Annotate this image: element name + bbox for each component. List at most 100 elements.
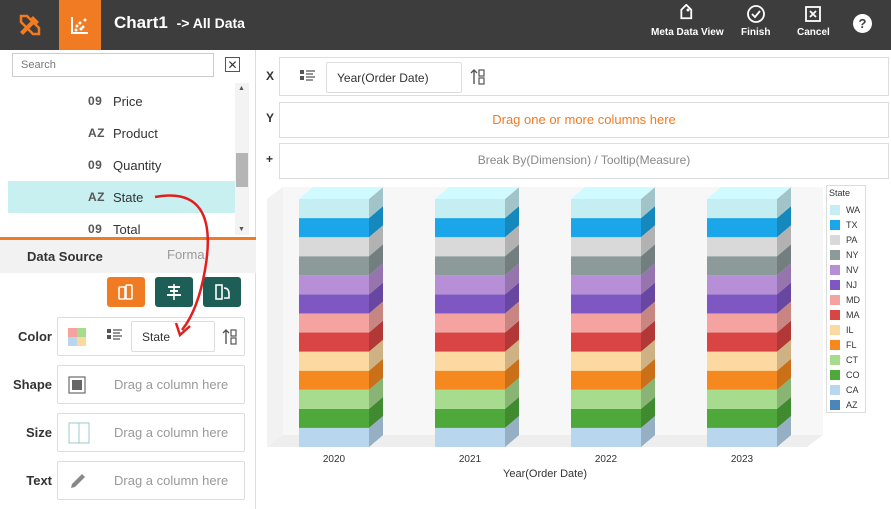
- legend-item-fl[interactable]: FL: [830, 337, 857, 352]
- color-swatch-icon: [68, 328, 86, 346]
- legend-item-ca[interactable]: CA: [830, 382, 859, 397]
- size-placeholder: Drag a column here: [114, 425, 229, 440]
- legend-item-tx[interactable]: TX: [830, 217, 858, 232]
- legend-label: PA: [846, 234, 858, 245]
- bar-top-2022: [571, 187, 655, 199]
- column-name: State: [113, 189, 144, 205]
- palette-icon: [118, 284, 133, 300]
- legend-item-ny[interactable]: NY: [830, 247, 859, 262]
- shape-label: Shape: [12, 377, 52, 392]
- legend-swatch: [830, 249, 840, 260]
- legend-title: State: [829, 188, 851, 198]
- break-shelf-label: +: [266, 152, 274, 166]
- legend-label: FL: [846, 339, 857, 350]
- stacked-bar-chart: 2020 2021 2022 2023 Year(Order Date): [267, 187, 823, 480]
- meta-data-view-button[interactable]: Meta Data View: [651, 4, 724, 46]
- color-mark-button[interactable]: [107, 277, 145, 307]
- column-item-price[interactable]: 09 Price: [8, 85, 235, 117]
- finish-button[interactable]: Finish: [741, 4, 770, 46]
- chart-name: Chart1: [114, 13, 168, 32]
- help-button[interactable]: ?: [853, 14, 872, 33]
- chart-scope: -> All Data: [176, 15, 245, 31]
- chart-icon[interactable]: [59, 0, 101, 50]
- chart-side-plane: [267, 187, 283, 447]
- dimension-icon: [300, 70, 315, 81]
- x-axis-title: Year(Order Date): [503, 468, 587, 480]
- cancel-button[interactable]: Cancel: [797, 4, 830, 46]
- legend-item-nv[interactable]: NV: [830, 262, 859, 277]
- column-list-scrollbar[interactable]: ▲ ▼: [235, 83, 249, 235]
- text-drop-zone[interactable]: Drag a column here: [57, 461, 245, 500]
- clear-search-icon[interactable]: ✕: [225, 57, 240, 72]
- pencil-icon: [71, 474, 85, 488]
- legend-swatch: [830, 339, 840, 350]
- numeric-type-icon: 09: [88, 158, 103, 172]
- legend-item-wa[interactable]: WA: [830, 202, 860, 217]
- color-label: Color: [18, 329, 52, 344]
- column-name: Product: [113, 125, 158, 141]
- scroll-down-icon[interactable]: ▼: [238, 226, 245, 233]
- legend-label: AZ: [846, 399, 858, 410]
- legend-label: WA: [846, 204, 861, 215]
- scrollbar-thumb[interactable]: [236, 153, 248, 187]
- legend-item-md[interactable]: MD: [830, 292, 860, 307]
- column-name: Quantity: [113, 157, 162, 173]
- legend-item-nj[interactable]: NJ: [830, 277, 857, 292]
- numeric-type-icon: 09: [88, 222, 103, 236]
- legend-label: IL: [846, 324, 854, 335]
- bar-top-2020: [299, 187, 383, 199]
- tag-icon: [680, 4, 693, 20]
- legend-swatch: [830, 264, 840, 275]
- search-input[interactable]: Search: [12, 53, 214, 77]
- legend-item-az[interactable]: AZ: [830, 397, 858, 412]
- break-by-shelf[interactable]: Break By(Dimension) / Tooltip(Measure): [279, 143, 889, 179]
- drag-arrow: [154, 194, 210, 338]
- numeric-type-icon: 09: [88, 94, 103, 108]
- text-placeholder: Drag a column here: [114, 473, 229, 488]
- shape-drop-zone[interactable]: Drag a column here: [57, 365, 245, 404]
- legend-item-il[interactable]: IL: [830, 322, 854, 337]
- x-shelf[interactable]: Year(Order Date): [279, 57, 889, 96]
- bar-top-2021: [435, 187, 519, 199]
- page-title: Chart1 -> All Data: [114, 13, 245, 33]
- legend-swatch: [830, 324, 840, 335]
- legend-swatch: [830, 279, 840, 290]
- finish-label: Finish: [741, 27, 771, 38]
- legend-swatch: [830, 219, 840, 230]
- legend-label: MD: [846, 294, 860, 305]
- tab-data-source[interactable]: Data Source: [27, 249, 103, 264]
- legend-swatch: [830, 309, 840, 320]
- column-item-quantity[interactable]: 09 Quantity: [8, 149, 235, 181]
- close-box-icon: [805, 6, 822, 22]
- scroll-up-icon[interactable]: ▲: [238, 85, 245, 92]
- legend-label: NJ: [846, 279, 857, 290]
- legend-label: CA: [846, 384, 859, 395]
- x-tick-label: 2023: [731, 454, 754, 465]
- legend-label: NY: [846, 249, 859, 260]
- legend-item-ma[interactable]: MA: [830, 307, 860, 322]
- legend-swatch: [830, 204, 840, 215]
- legend-swatch: [830, 384, 840, 395]
- column-name: Total: [113, 221, 141, 237]
- break-by-placeholder: Break By(Dimension) / Tooltip(Measure): [477, 153, 691, 167]
- top-bar: Chart1 -> All Data Meta Data View Finish…: [0, 0, 891, 50]
- legend-item-ct[interactable]: CT: [830, 352, 858, 367]
- legend-item-pa[interactable]: PA: [830, 232, 857, 247]
- logo-icon[interactable]: [0, 0, 59, 50]
- column-item-product[interactable]: AZ Product: [8, 117, 235, 149]
- sort-icon: [222, 329, 237, 345]
- legend-label: TX: [846, 219, 858, 230]
- shape-placeholder: Drag a column here: [114, 377, 229, 392]
- size-label: Size: [25, 425, 52, 440]
- legend-item-co[interactable]: CO: [830, 367, 860, 382]
- y-shelf[interactable]: Drag one or more columns here: [279, 102, 889, 138]
- sort-icon[interactable]: [470, 68, 486, 86]
- x-field-pill[interactable]: Year(Order Date): [326, 62, 462, 93]
- column-name: Price: [113, 93, 143, 109]
- text-type-icon: AZ: [88, 126, 105, 140]
- size-drop-zone[interactable]: Drag a column here: [57, 413, 245, 452]
- meta-data-view-label: Meta Data View: [651, 27, 724, 38]
- x-tick-label: 2021: [459, 454, 482, 465]
- legend-label: CO: [846, 369, 860, 380]
- legend-swatch: [830, 369, 840, 380]
